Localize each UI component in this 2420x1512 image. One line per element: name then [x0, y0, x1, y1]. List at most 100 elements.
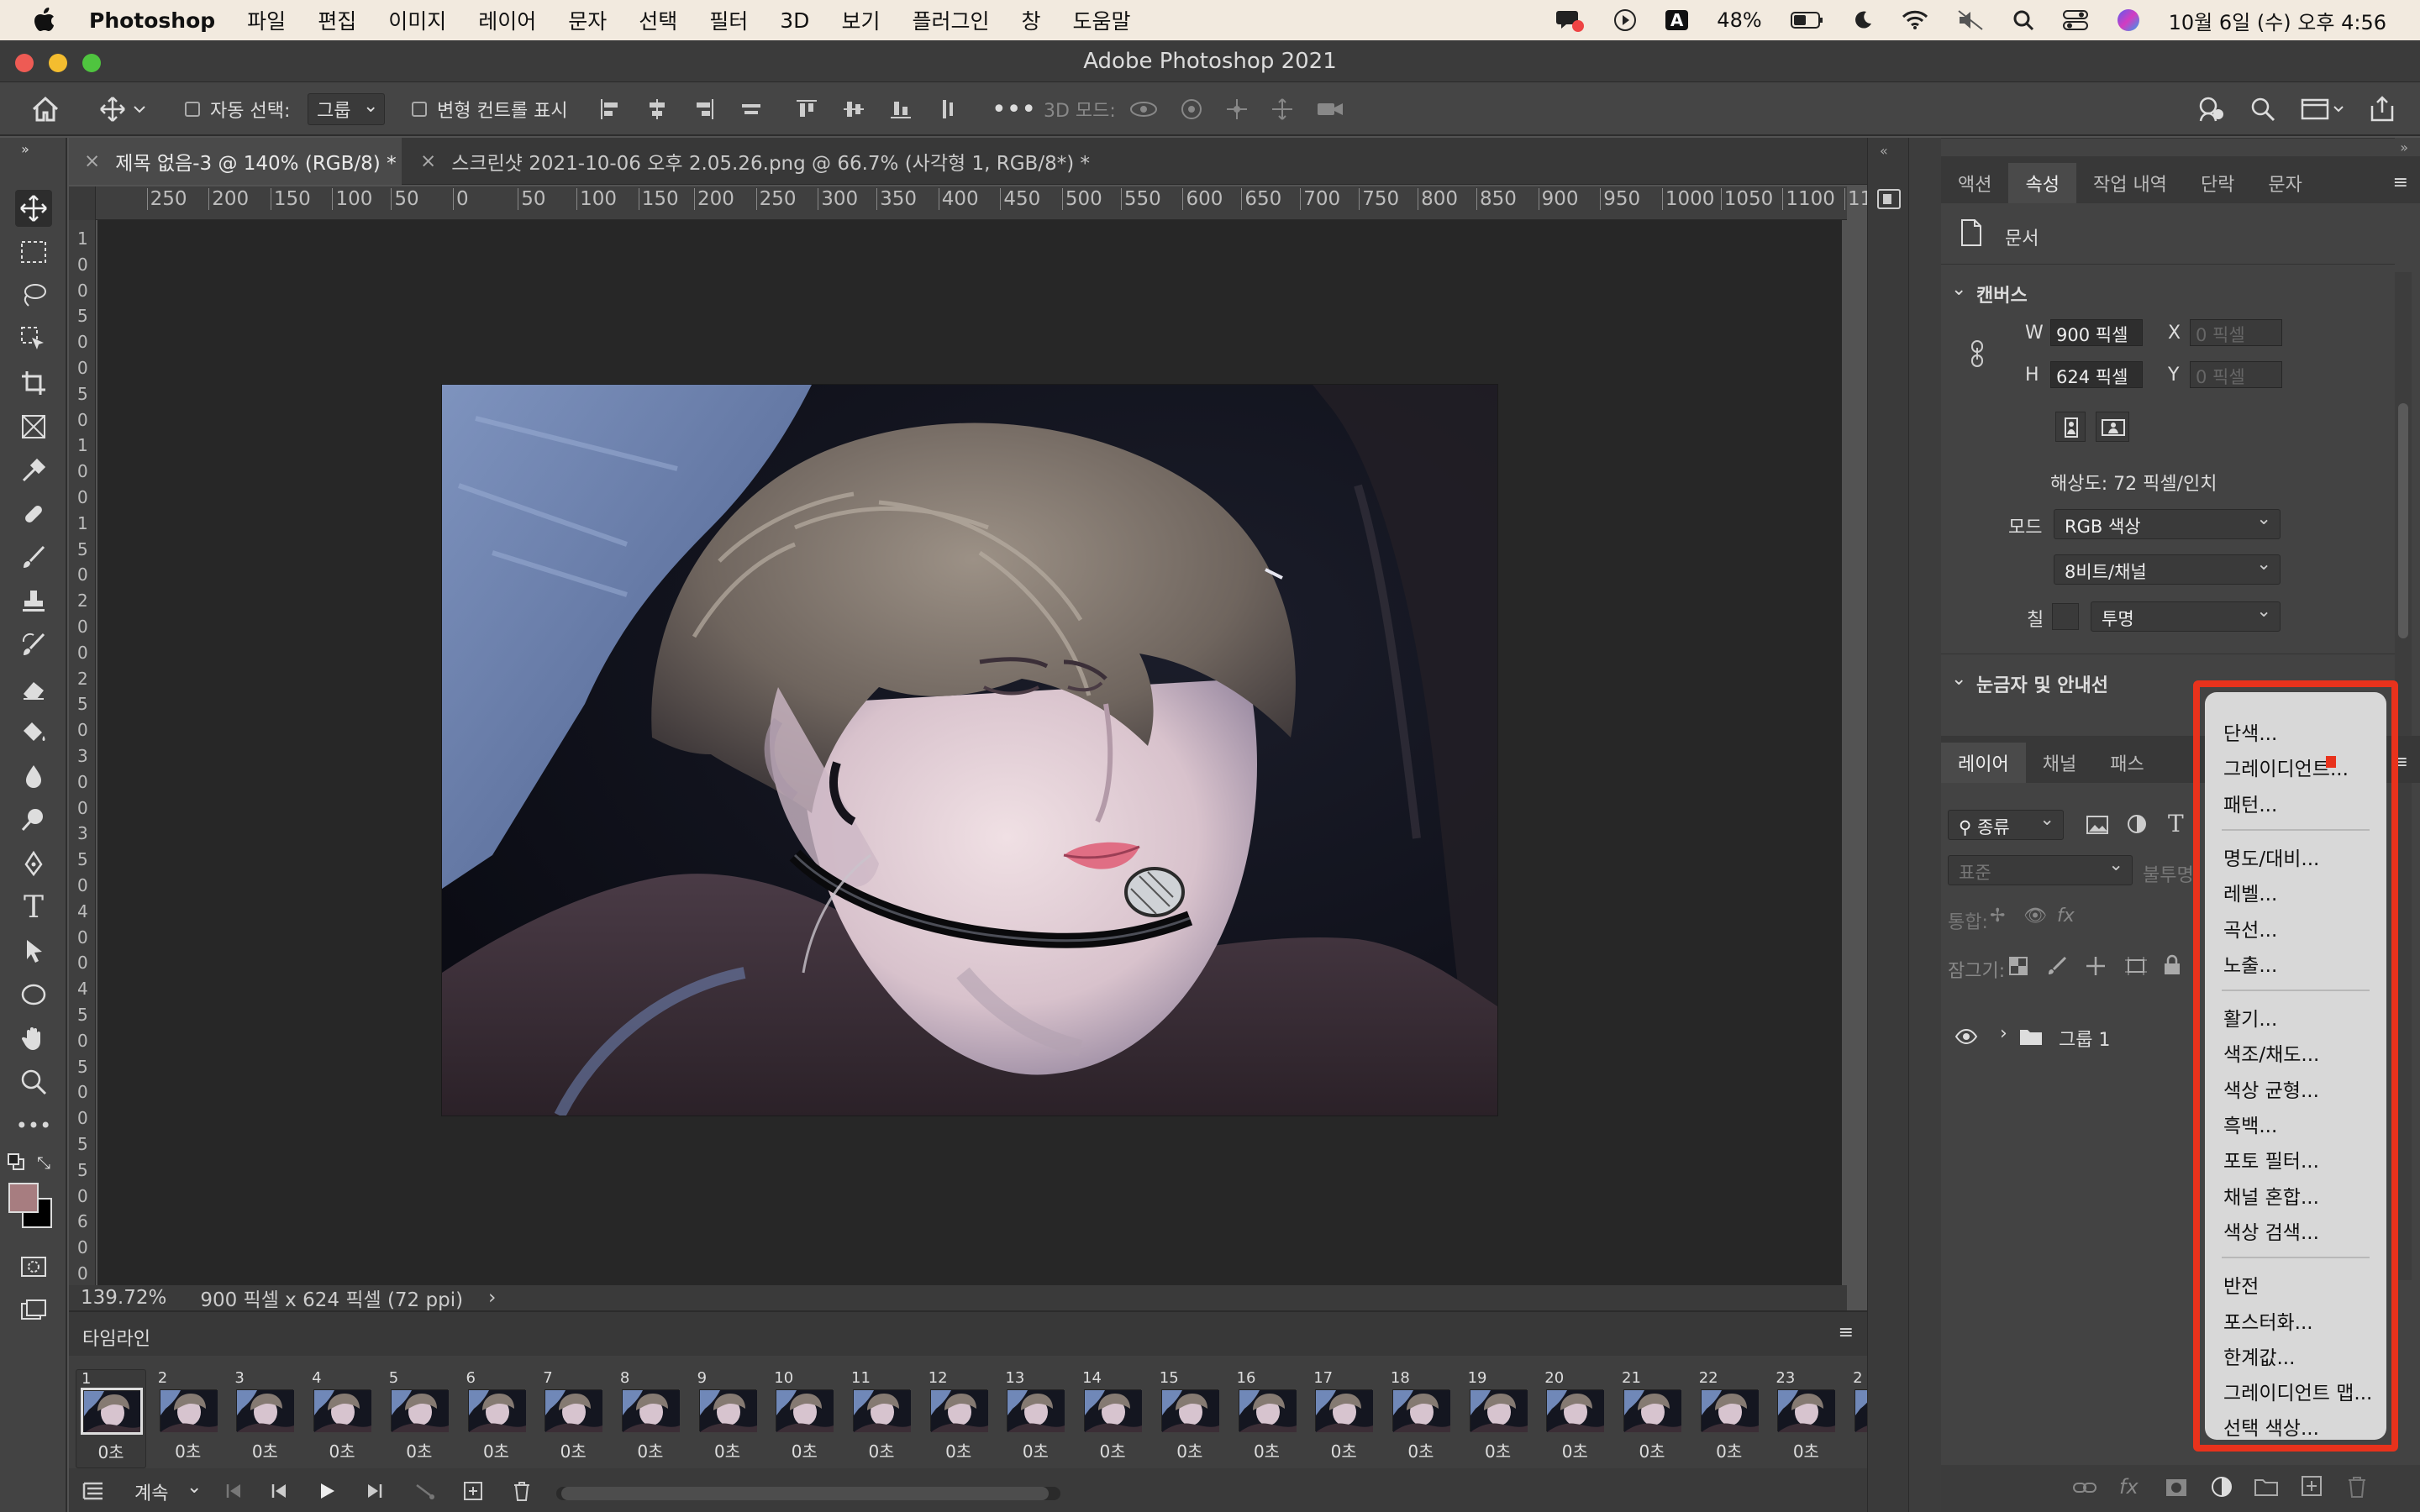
- lock-artboard-icon[interactable]: [2124, 956, 2148, 976]
- libraries-icon[interactable]: [1876, 186, 1902, 212]
- timeline-frame[interactable]: 6 0초: [461, 1369, 532, 1468]
- frame-delay[interactable]: 0초: [1232, 1438, 1302, 1462]
- pixel-layer-filter-icon[interactable]: [2086, 815, 2109, 835]
- frame-thumbnail[interactable]: [81, 1388, 143, 1435]
- menu-item[interactable]: 선택 색상...: [2223, 1412, 2319, 1441]
- play-icon[interactable]: [1613, 8, 1637, 32]
- auto-select-target-dropdown[interactable]: 그룹 ⌄: [308, 82, 386, 136]
- edit-toolbar-icon[interactable]: •••: [15, 1107, 52, 1144]
- frame-delay[interactable]: 0초: [1617, 1438, 1687, 1462]
- default-colors-icon[interactable]: [7, 1152, 25, 1171]
- menu-file[interactable]: 파일: [247, 5, 286, 35]
- duplicate-frame-icon[interactable]: [462, 1480, 484, 1502]
- timeline-frame[interactable]: 23 0초: [1770, 1369, 1841, 1468]
- frame-thumbnail[interactable]: [236, 1389, 295, 1432]
- frame-thumbnail[interactable]: [1700, 1389, 1759, 1432]
- timeline-frame[interactable]: 9 0초: [692, 1369, 763, 1468]
- ellipse-tool-icon[interactable]: [15, 976, 52, 1013]
- menu-select[interactable]: 선택: [639, 5, 677, 35]
- share-icon[interactable]: [2370, 96, 2395, 123]
- unify-style-icon[interactable]: fx: [2057, 906, 2075, 927]
- frame-delay[interactable]: 0초: [692, 1438, 763, 1462]
- tab-paths[interactable]: 패스: [2093, 743, 2160, 783]
- frame-delay[interactable]: 0초: [76, 1439, 145, 1463]
- search-icon[interactable]: [2012, 9, 2034, 31]
- frame-delay[interactable]: 0초: [1308, 1438, 1379, 1462]
- tab-character[interactable]: 문자: [2251, 163, 2318, 203]
- x-field[interactable]: 0 픽셀: [2190, 319, 2282, 346]
- lasso-tool-icon[interactable]: [15, 277, 52, 314]
- menu-window[interactable]: 창: [1021, 5, 1040, 35]
- auto-select-option[interactable]: 자동 선택:: [185, 82, 290, 136]
- menu-layer[interactable]: 레이어: [478, 5, 536, 35]
- menu-item[interactable]: 포스터화...: [2223, 1306, 2313, 1335]
- 3d-camera-icon[interactable]: [1316, 99, 1344, 119]
- scrollbar-thumb[interactable]: [561, 1487, 1049, 1500]
- control-center-icon[interactable]: [2062, 9, 2088, 31]
- collapse-icon[interactable]: «: [1880, 143, 1888, 159]
- hand-tool-icon[interactable]: [15, 1020, 52, 1057]
- zoom-tool-icon[interactable]: [15, 1063, 52, 1100]
- apple-icon[interactable]: [34, 8, 55, 33]
- frame-delay[interactable]: 0초: [1000, 1438, 1071, 1462]
- chevron-down-icon[interactable]: ⌄: [1951, 279, 1966, 300]
- tab-properties[interactable]: 속성: [2008, 163, 2076, 203]
- menu-plugins[interactable]: 플러그인: [912, 5, 989, 35]
- 3d-slide-icon[interactable]: [1270, 97, 1294, 121]
- layer-name[interactable]: 그룹 1: [2059, 1025, 2110, 1052]
- color-mode-dropdown[interactable]: RGB 색상: [2054, 508, 2281, 539]
- close-tab-icon[interactable]: ×: [84, 150, 100, 172]
- type-layer-filter-icon[interactable]: T: [2168, 810, 2184, 837]
- frame-delay[interactable]: 0초: [384, 1438, 455, 1462]
- frame-thumbnail[interactable]: [1546, 1389, 1605, 1432]
- timeline-frame[interactable]: 21 0초: [1617, 1369, 1687, 1468]
- menu-item[interactable]: 그레이디언트 맵...: [2223, 1377, 2372, 1405]
- menu-item[interactable]: 채널 혼합...: [2223, 1181, 2319, 1210]
- menu-item[interactable]: 흑백...: [2223, 1110, 2277, 1138]
- frame-delay[interactable]: 0초: [1694, 1438, 1765, 1462]
- siri-icon[interactable]: [2117, 8, 2140, 32]
- blur-tool-icon[interactable]: [15, 758, 52, 795]
- portrait-orientation-button[interactable]: [2055, 412, 2086, 442]
- frame-thumbnail[interactable]: [1623, 1389, 1681, 1432]
- menu-item[interactable]: 레벨...: [2223, 878, 2277, 906]
- frame-delay[interactable]: 0초: [153, 1438, 224, 1462]
- menu-item[interactable]: 패턴...: [2223, 789, 2277, 817]
- screen-mode-icon[interactable]: [15, 1292, 52, 1329]
- search-icon[interactable]: [2250, 97, 2275, 122]
- align-top-icon[interactable]: [795, 97, 818, 121]
- menu-view[interactable]: 보기: [841, 5, 880, 35]
- zoom-level[interactable]: 139.72%: [81, 1287, 166, 1309]
- path-selection-tool-icon[interactable]: [15, 932, 52, 969]
- timeline-frame[interactable]: 20 0초: [1539, 1369, 1610, 1468]
- link-icon[interactable]: [1970, 339, 1985, 368]
- eyedropper-tool-icon[interactable]: [15, 452, 52, 489]
- lock-all-icon[interactable]: [2163, 954, 2181, 976]
- frame-thumbnail[interactable]: [467, 1389, 526, 1432]
- menu-app[interactable]: Photoshop: [89, 8, 215, 33]
- expand-toolbar-icon[interactable]: »: [7, 141, 44, 157]
- frame-thumbnail[interactable]: [544, 1389, 603, 1432]
- frame-thumbnail[interactable]: [1007, 1389, 1065, 1432]
- crop-tool-icon[interactable]: [15, 365, 52, 402]
- timeline-frame[interactable]: 13 0초: [1000, 1369, 1071, 1468]
- frame-thumbnail[interactable]: [929, 1389, 988, 1432]
- timeline-frame[interactable]: 8 0초: [615, 1369, 686, 1468]
- chevron-right-icon[interactable]: ›: [488, 1287, 496, 1309]
- y-field[interactable]: 0 픽셀: [2190, 361, 2282, 388]
- new-group-icon[interactable]: [2254, 1477, 2279, 1497]
- distribute-v-icon[interactable]: [936, 97, 960, 121]
- 3d-pan-icon[interactable]: [1225, 97, 1249, 121]
- frame-thumbnail[interactable]: [313, 1389, 372, 1432]
- chevron-right-icon[interactable]: ›: [2000, 1023, 2007, 1044]
- frame-delay[interactable]: 0초: [229, 1438, 300, 1462]
- timeline-frame[interactable]: 2 0초: [153, 1369, 224, 1468]
- lock-transparency-icon[interactable]: [2008, 956, 2028, 976]
- dodge-tool-icon[interactable]: [15, 801, 52, 838]
- unify-position-icon[interactable]: ✢: [1990, 906, 2005, 927]
- panel-menu-icon[interactable]: ≡: [2393, 163, 2408, 203]
- tab-actions[interactable]: 액션: [1941, 163, 2008, 203]
- tab-document-1[interactable]: × 제목 없음-3 @ 140% (RGB/8) *: [69, 138, 402, 185]
- marquee-tool-icon[interactable]: [15, 234, 52, 270]
- menu-item[interactable]: 명도/대비...: [2223, 843, 2319, 871]
